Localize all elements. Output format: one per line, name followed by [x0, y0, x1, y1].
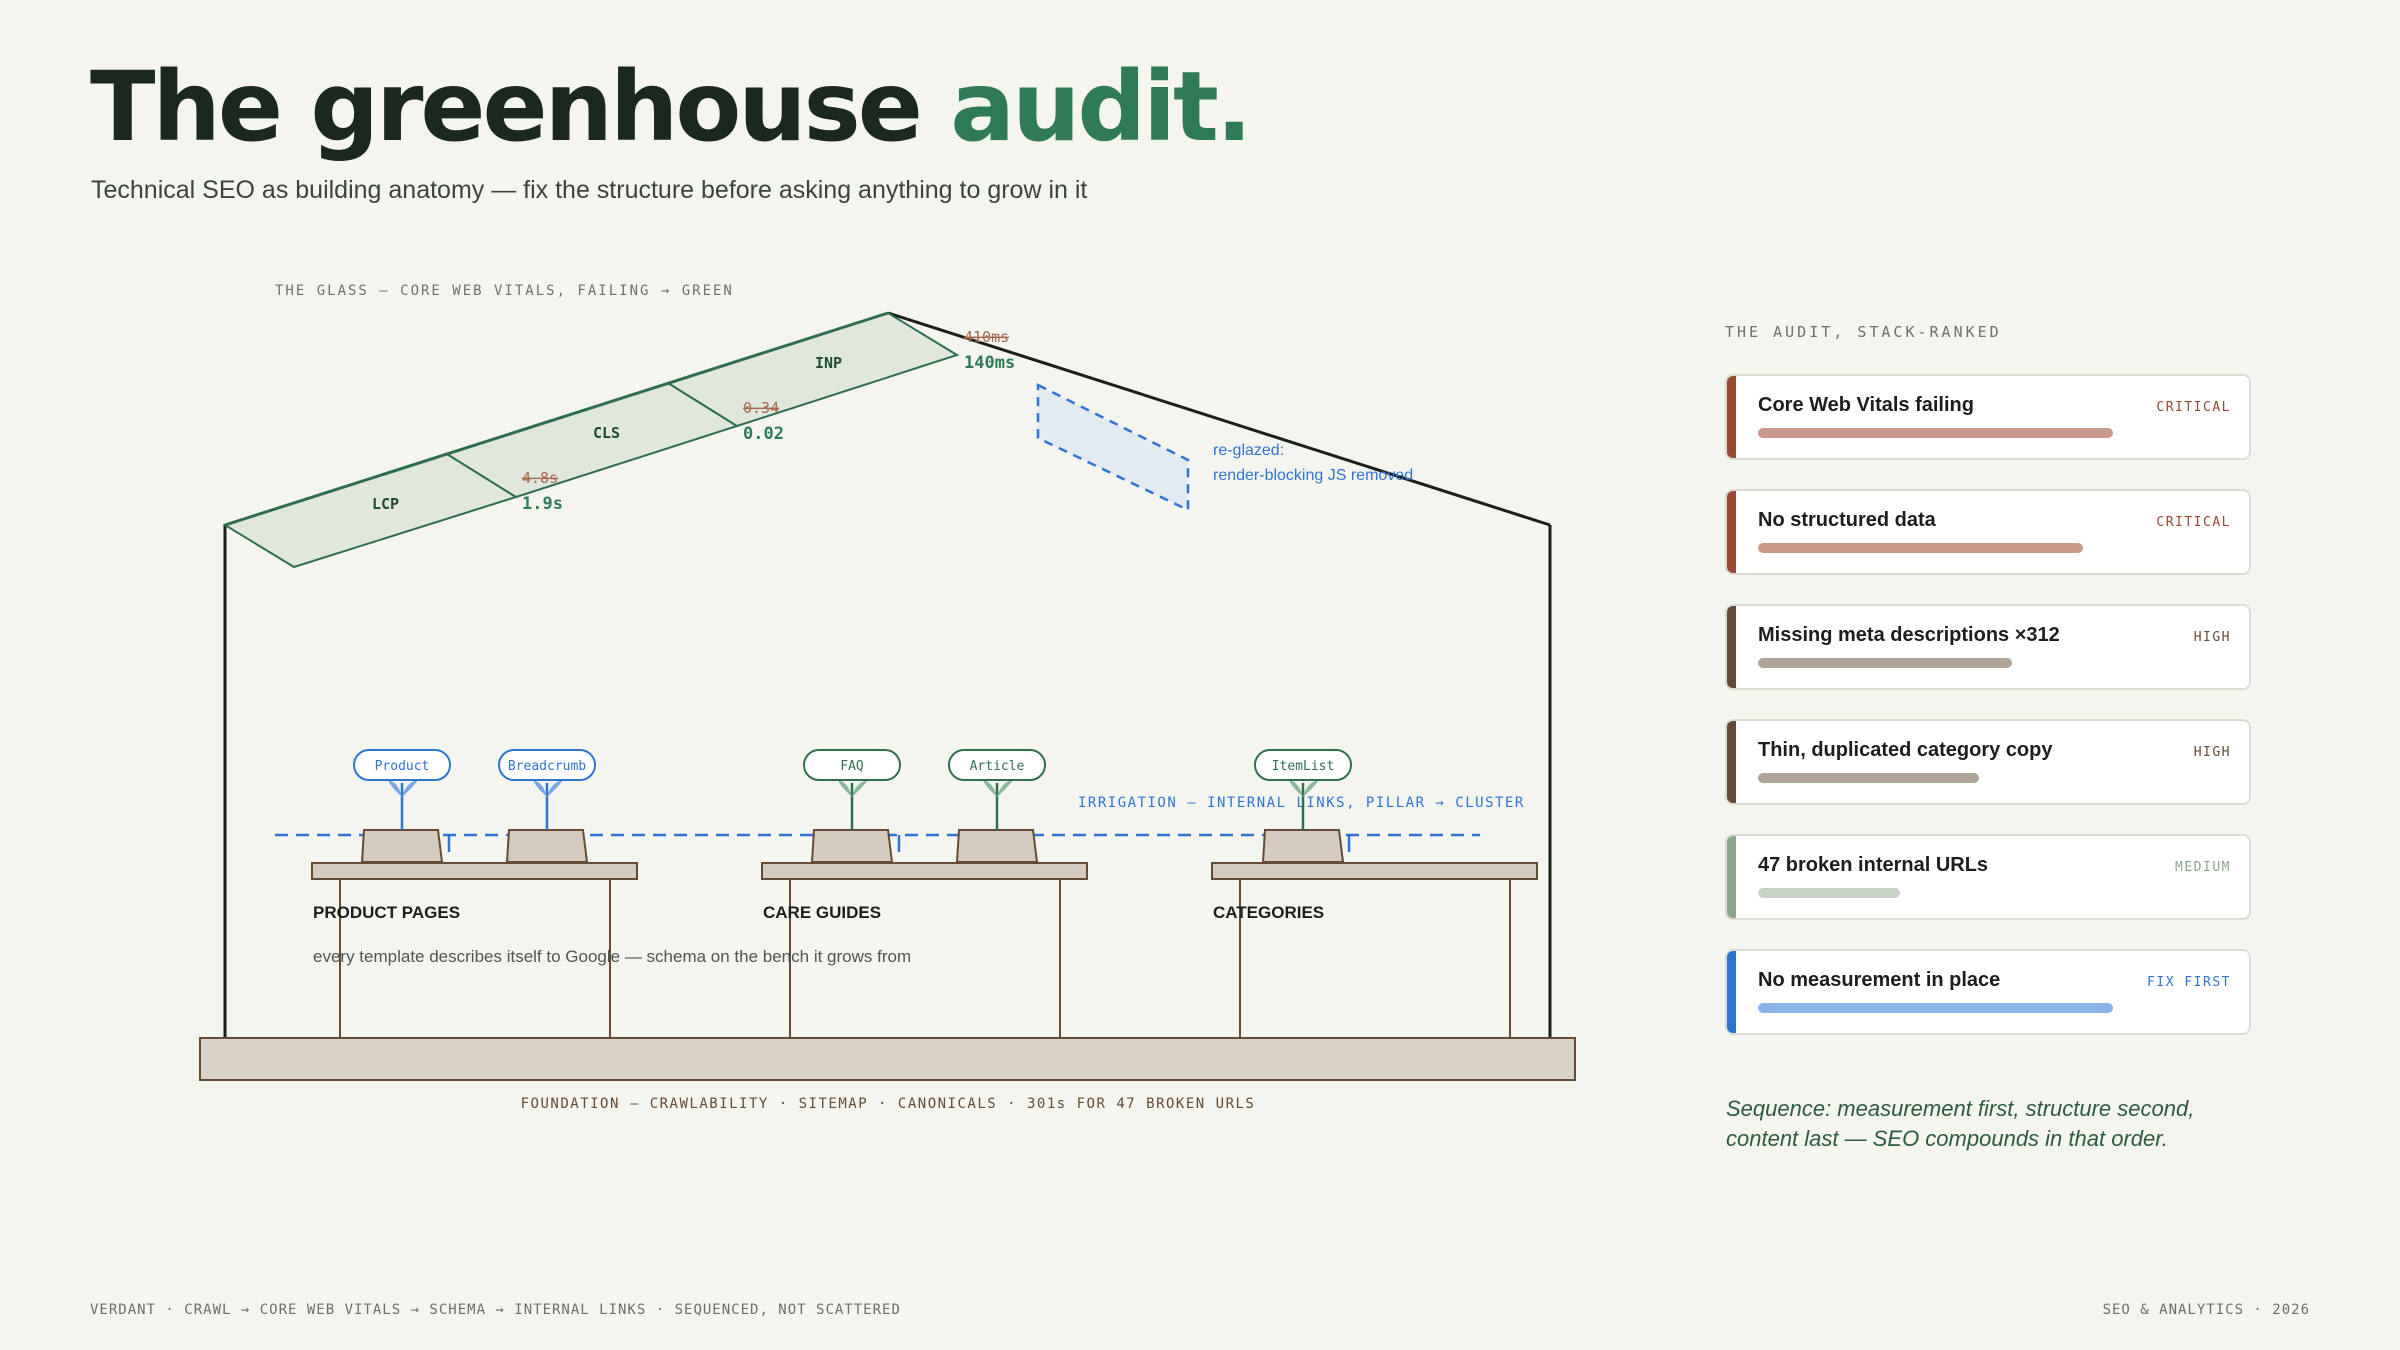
severity-bar-track — [1758, 1003, 2132, 1013]
audit-item-label: Missing meta descriptions ×312 — [1758, 624, 2060, 646]
severity-bar — [1758, 888, 1901, 898]
plant-product: Product — [353, 749, 451, 863]
audit-list: Core Web Vitals failing CRITICAL No stru… — [1725, 374, 2251, 1064]
inp-new-value: 140ms — [964, 353, 1015, 373]
foundation-label: FOUNDATION — CRAWLABILITY · SITEMAP · CA… — [521, 1096, 1256, 1112]
severity-bar-track — [1758, 658, 2132, 668]
audit-item[interactable]: Core Web Vitals failing CRITICAL — [1725, 374, 2251, 460]
audit-item[interactable]: No measurement in place FIX FIRST — [1725, 949, 2251, 1035]
pot — [1261, 829, 1345, 863]
severity-stripe — [1727, 491, 1736, 573]
sequence-note: Sequence: measurement first, structure s… — [1726, 1096, 2195, 1151]
lcp-old-value: 4.8s — [522, 469, 558, 487]
audit-item-label: 47 broken internal URLs — [1758, 854, 1989, 876]
severity-bar — [1758, 543, 2084, 553]
schema-tag-label: Product — [375, 759, 430, 774]
plant-article: Article — [948, 749, 1046, 863]
cls-old-value: 0.34 — [743, 399, 779, 417]
pot — [810, 829, 894, 863]
bench-categories: CATEGORIES — [1211, 862, 1538, 1038]
audit-item[interactable]: No structured data CRITICAL — [1725, 489, 2251, 575]
cls-new-value: 0.02 — [743, 424, 784, 444]
audit-heading: THE AUDIT, STACK-RANKED — [1725, 323, 2002, 341]
schema-note: every template describes itself to Googl… — [313, 947, 911, 966]
footer-left: VERDANT · CRAWL → CORE WEB VITALS → SCHE… — [90, 1302, 901, 1318]
footer-right: SEO & ANALYTICS · 2026 — [2102, 1302, 2310, 1318]
severity-bar-track — [1758, 773, 2132, 783]
severity-badge: HIGH — [2193, 630, 2231, 645]
severity-stripe — [1727, 721, 1736, 803]
severity-bar-track — [1758, 428, 2132, 438]
reglazed-label-line1: re-glazed: — [1213, 442, 1284, 459]
audit-item[interactable]: Missing meta descriptions ×312 HIGH — [1725, 604, 2251, 690]
pot — [505, 829, 589, 863]
bench-label: PRODUCT PAGES — [313, 903, 460, 922]
bench-top — [761, 862, 1088, 880]
severity-bar — [1758, 658, 2013, 668]
severity-stripe — [1727, 376, 1736, 458]
audit-item-label: Core Web Vitals failing — [1758, 394, 1974, 416]
inp-old-value: 410ms — [964, 328, 1009, 346]
severity-stripe — [1727, 951, 1736, 1033]
severity-badge: MEDIUM — [2175, 860, 2231, 875]
plant-breadcrumb: Breadcrumb — [498, 749, 596, 863]
severity-stripe — [1727, 606, 1736, 688]
plant-faq: FAQ — [803, 749, 901, 863]
schema-tag-label: FAQ — [840, 759, 864, 774]
reglazed-pane — [1036, 382, 1190, 512]
schema-tag-label: ItemList — [1272, 759, 1335, 774]
pane-name-inp: INP — [815, 354, 842, 372]
reglazed-label-line2: render-blocking JS removed — [1213, 467, 1413, 484]
severity-bar — [1758, 1003, 2114, 1013]
severity-badge: CRITICAL — [2156, 400, 2231, 415]
schema-tag-label: Article — [970, 759, 1025, 774]
severity-stripe — [1727, 836, 1736, 918]
glass-label: THE GLASS — CORE WEB VITALS, FAILING → G… — [275, 283, 734, 299]
audit-item-label: Thin, duplicated category copy — [1758, 739, 2053, 761]
severity-badge: HIGH — [2193, 745, 2231, 760]
severity-bar-track — [1758, 888, 2132, 898]
bench-top — [1211, 862, 1538, 880]
bench-label: CARE GUIDES — [763, 903, 881, 922]
audit-item-label: No measurement in place — [1758, 969, 2001, 991]
severity-badge: CRITICAL — [2156, 515, 2231, 530]
irrigation-label: IRRIGATION — INTERNAL LINKS, PILLAR → CL… — [1078, 795, 1525, 811]
bench-top — [311, 862, 638, 880]
glass-panes — [222, 311, 960, 569]
audit-item[interactable]: 47 broken internal URLs MEDIUM — [1725, 834, 2251, 920]
greenhouse-diagram: THE GLASS — CORE WEB VITALS, FAILING → G… — [199, 283, 1576, 1112]
severity-badge: FIX FIRST — [2147, 975, 2231, 990]
pane-name-lcp: LCP — [372, 495, 399, 513]
pane-name-cls: CLS — [593, 424, 620, 442]
pot — [955, 829, 1039, 863]
foundation-slab — [199, 1037, 1576, 1081]
severity-bar — [1758, 428, 2114, 438]
severity-bar-track — [1758, 543, 2132, 553]
pot — [360, 829, 444, 863]
lcp-new-value: 1.9s — [522, 494, 563, 514]
audit-item-label: No structured data — [1758, 509, 1936, 531]
schema-tag-label: Breadcrumb — [508, 759, 586, 774]
bench-label: CATEGORIES — [1213, 903, 1324, 922]
audit-item[interactable]: Thin, duplicated category copy HIGH — [1725, 719, 2251, 805]
severity-bar — [1758, 773, 1979, 783]
